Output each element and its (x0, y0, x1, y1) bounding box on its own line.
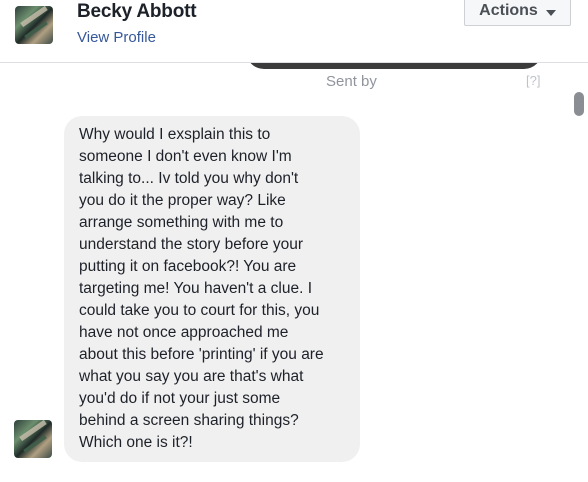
actions-button[interactable]: Actions (464, 0, 571, 26)
caret-down-icon (545, 9, 556, 16)
message-thread: Sent by [?] Why would I exsplain this to… (0, 51, 588, 482)
help-link[interactable]: [?] (526, 73, 540, 88)
conversation-header: Becky Abbott View Profile Actions (0, 0, 588, 63)
received-message-bubble: Why would I exsplain this to someone I d… (64, 116, 360, 462)
sent-by-label: Sent by (326, 73, 377, 90)
contact-name[interactable]: Becky Abbott (77, 1, 197, 23)
actions-label: Actions (479, 2, 538, 19)
view-profile-link[interactable]: View Profile (77, 29, 156, 46)
scrollbar-thumb[interactable] (574, 92, 584, 116)
profile-avatar[interactable] (15, 6, 53, 44)
sender-avatar (14, 420, 52, 458)
